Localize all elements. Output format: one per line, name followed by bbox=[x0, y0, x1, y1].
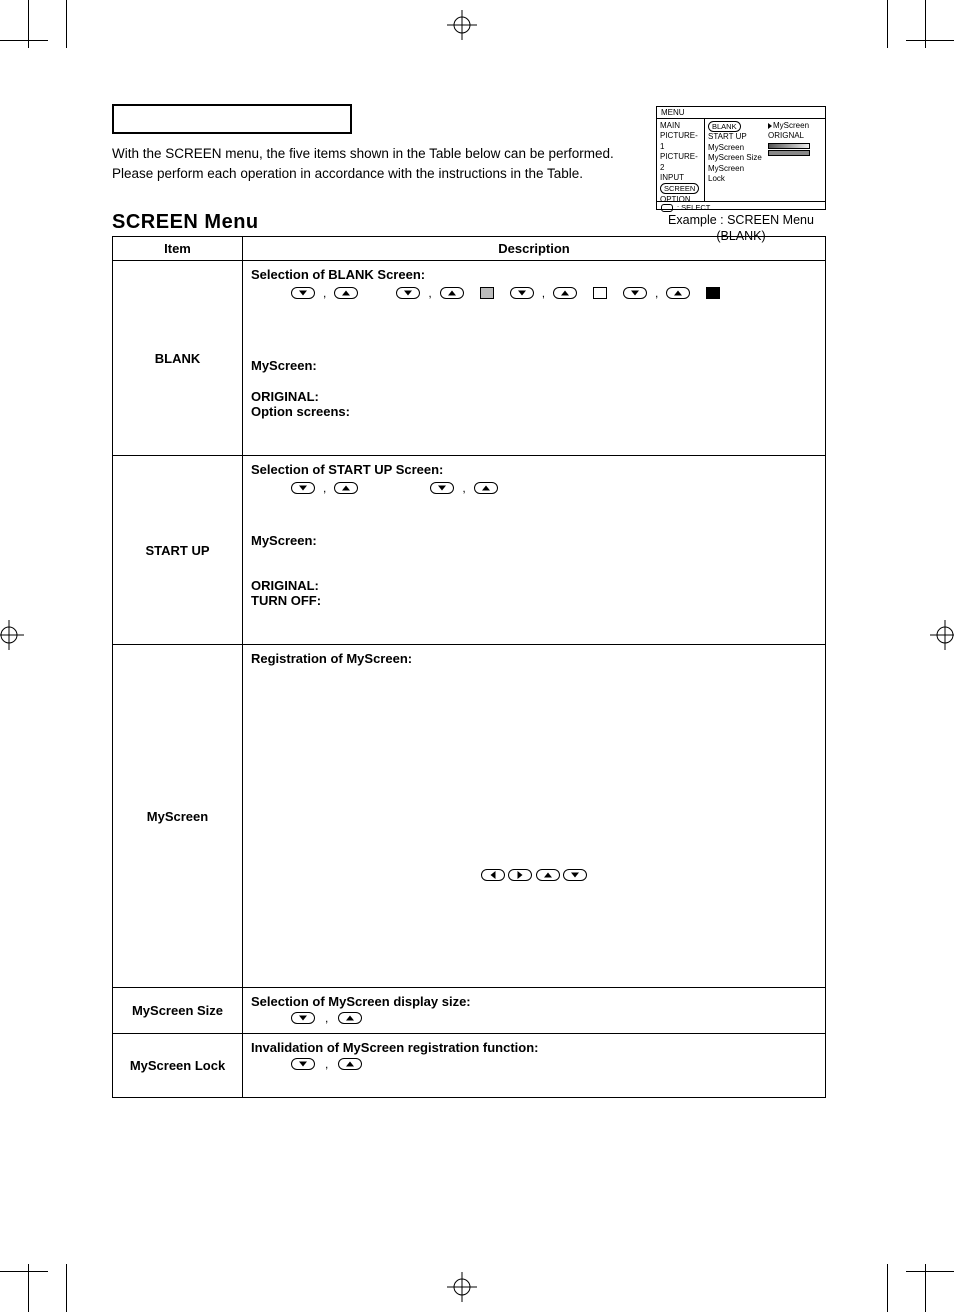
desc-heading: Selection of BLANK Screen: bbox=[251, 267, 817, 282]
up-button-icon bbox=[334, 482, 358, 494]
table-row: BLANK Selection of BLANK Screen: , , , bbox=[113, 261, 826, 456]
desc-cell-myscreen-size: Selection of MyScreen display size: , bbox=[243, 988, 826, 1034]
down-button-icon bbox=[510, 287, 534, 299]
crop-mark bbox=[887, 0, 888, 48]
up-button-icon bbox=[338, 1012, 362, 1024]
down-button-icon bbox=[563, 869, 587, 881]
item-cell-myscreen-lock: MyScreen Lock bbox=[113, 1034, 243, 1098]
crop-mark bbox=[66, 1264, 67, 1312]
intro-text: With the SCREEN menu, the five items sho… bbox=[112, 144, 642, 183]
desc-subheading: Option screens: bbox=[251, 404, 817, 419]
crop-mark bbox=[0, 40, 48, 41]
registration-mark-icon bbox=[447, 1272, 477, 1302]
title-box bbox=[112, 104, 352, 134]
desc-heading: Selection of MyScreen display size: bbox=[251, 994, 817, 1009]
gray-swatch-icon bbox=[480, 287, 494, 299]
black-swatch-icon bbox=[706, 287, 720, 299]
desc-subheading: MyScreen: bbox=[251, 358, 817, 373]
white-swatch-icon bbox=[593, 287, 607, 299]
crop-mark bbox=[906, 40, 954, 41]
item-cell-blank: BLANK bbox=[113, 261, 243, 456]
desc-cell-startup: Selection of START UP Screen: , , MyScre… bbox=[243, 456, 826, 645]
button-sequence: , bbox=[291, 1057, 817, 1071]
crop-mark bbox=[925, 1264, 926, 1312]
desc-heading: Registration of MyScreen: bbox=[251, 651, 817, 666]
crop-mark bbox=[28, 0, 29, 48]
left-button-icon bbox=[481, 869, 505, 881]
up-button-icon bbox=[440, 287, 464, 299]
crop-mark bbox=[925, 0, 926, 48]
up-button-icon bbox=[553, 287, 577, 299]
crop-mark bbox=[28, 1264, 29, 1312]
desc-cell-myscreen-lock: Invalidation of MyScreen registration fu… bbox=[243, 1034, 826, 1098]
down-button-icon bbox=[430, 482, 454, 494]
button-sequence: , , bbox=[291, 481, 817, 495]
up-button-icon bbox=[334, 287, 358, 299]
table-header-row: Item Description bbox=[113, 237, 826, 261]
screen-menu-table: Item Description BLANK Selection of BLAN… bbox=[112, 236, 826, 1098]
table-row: MyScreen Size Selection of MyScreen disp… bbox=[113, 988, 826, 1034]
button-sequence bbox=[251, 866, 817, 881]
section-title: SCREEN Menu bbox=[112, 211, 826, 234]
up-button-icon bbox=[536, 869, 560, 881]
column-header-item: Item bbox=[113, 237, 243, 261]
registration-mark-icon bbox=[930, 620, 954, 650]
down-button-icon bbox=[291, 1058, 315, 1070]
desc-subheading: TURN OFF: bbox=[251, 593, 817, 608]
down-button-icon bbox=[291, 482, 315, 494]
down-button-icon bbox=[291, 287, 315, 299]
button-sequence: , bbox=[291, 1011, 817, 1025]
table-row: MyScreen Lock Invalidation of MyScreen r… bbox=[113, 1034, 826, 1098]
crop-mark bbox=[66, 0, 67, 48]
button-sequence: , , , , bbox=[291, 286, 817, 300]
item-cell-startup: START UP bbox=[113, 456, 243, 645]
desc-heading: Invalidation of MyScreen registration fu… bbox=[251, 1040, 817, 1055]
up-button-icon bbox=[474, 482, 498, 494]
crop-mark bbox=[0, 1271, 48, 1272]
table-row: MyScreen Registration of MyScreen: bbox=[113, 645, 826, 988]
down-button-icon bbox=[396, 287, 420, 299]
desc-heading: Selection of START UP Screen: bbox=[251, 462, 817, 477]
crop-mark bbox=[906, 1271, 954, 1272]
registration-mark-icon bbox=[447, 10, 477, 40]
item-cell-myscreen: MyScreen bbox=[113, 645, 243, 988]
desc-subheading: ORIGINAL: bbox=[251, 578, 817, 593]
up-button-icon bbox=[338, 1058, 362, 1070]
desc-subheading: MyScreen: bbox=[251, 533, 817, 548]
registration-mark-icon bbox=[0, 620, 24, 650]
right-button-icon bbox=[508, 869, 532, 881]
down-button-icon bbox=[291, 1012, 315, 1024]
desc-subheading: ORIGINAL: bbox=[251, 389, 817, 404]
desc-cell-myscreen: Registration of MyScreen: bbox=[243, 645, 826, 988]
desc-cell-blank: Selection of BLANK Screen: , , , bbox=[243, 261, 826, 456]
item-cell-myscreen-size: MyScreen Size bbox=[113, 988, 243, 1034]
down-button-icon bbox=[623, 287, 647, 299]
table-row: START UP Selection of START UP Screen: ,… bbox=[113, 456, 826, 645]
up-button-icon bbox=[666, 287, 690, 299]
column-header-description: Description bbox=[243, 237, 826, 261]
crop-mark bbox=[887, 1264, 888, 1312]
